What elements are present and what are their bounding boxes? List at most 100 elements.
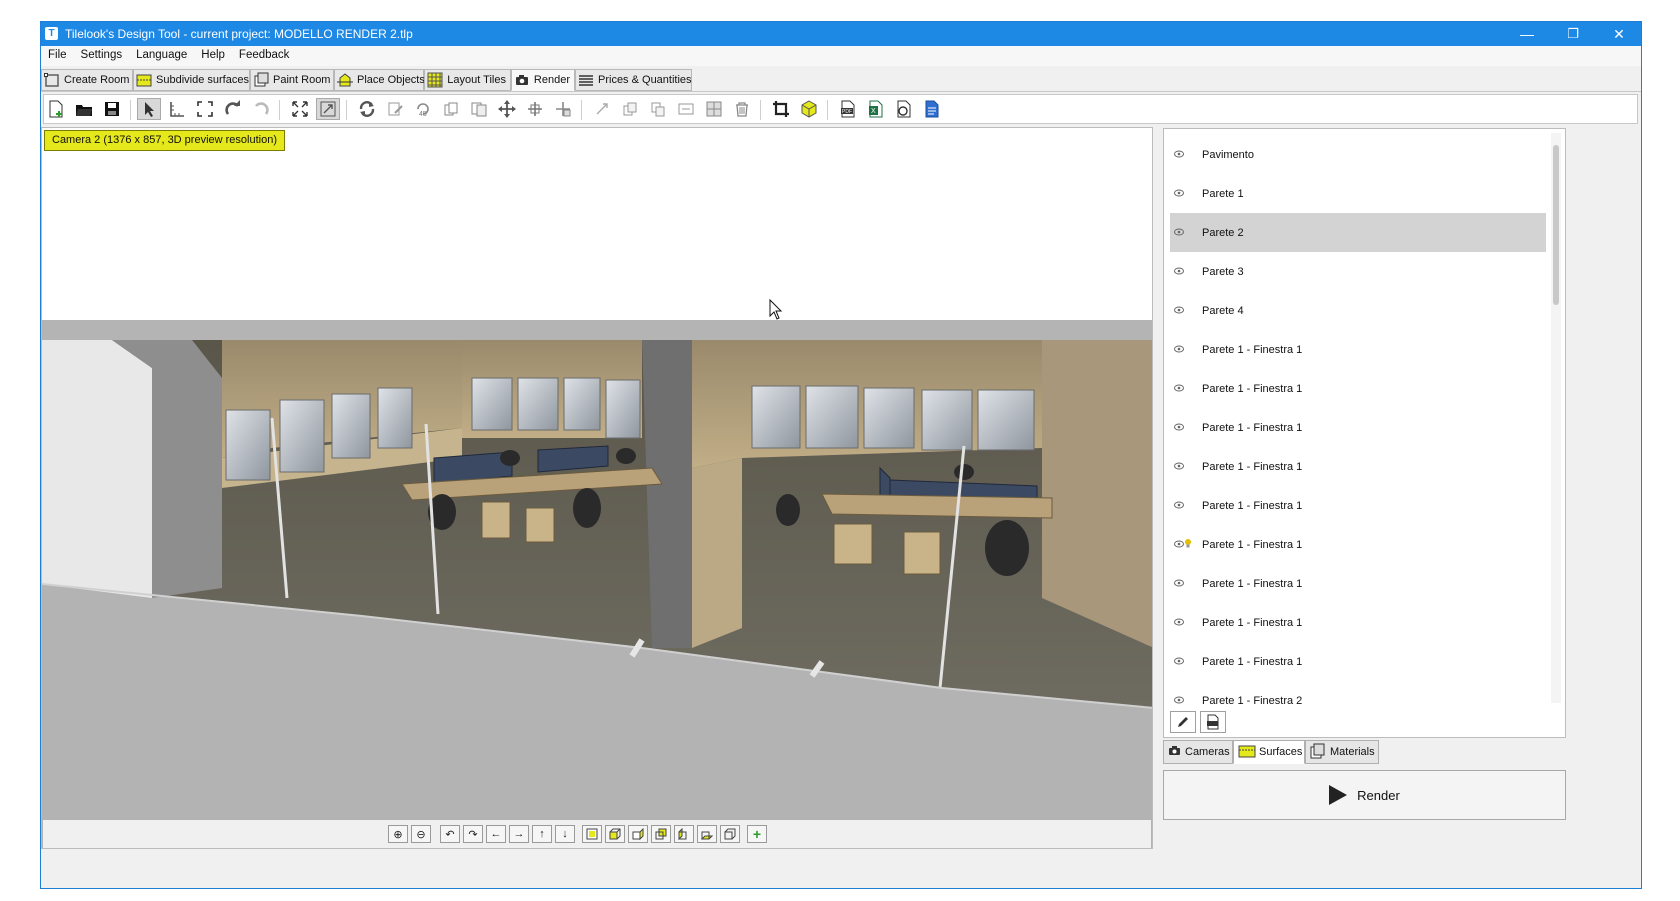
view-bottom-icon[interactable] xyxy=(697,825,717,843)
rotate-left-icon[interactable]: ↶ xyxy=(440,825,460,843)
pan-down-icon[interactable]: ↓ xyxy=(555,825,575,843)
restore-button[interactable]: ❐ xyxy=(1550,22,1596,46)
3d-box-icon[interactable] xyxy=(797,98,821,120)
crop-icon[interactable] xyxy=(769,98,793,120)
menu-help[interactable]: Help xyxy=(194,46,232,64)
menu-language[interactable]: Language xyxy=(129,46,194,64)
surface-row[interactable]: Parete 1 - Finestra 1 xyxy=(1170,525,1546,564)
tab-surfaces[interactable]: Surfaces xyxy=(1233,740,1305,764)
edit-object-icon[interactable] xyxy=(383,98,407,120)
zoom-out-icon[interactable]: ⊖ xyxy=(411,825,431,843)
tab-materials[interactable]: Materials xyxy=(1305,740,1379,764)
save-icon[interactable] xyxy=(100,98,124,120)
visibility-eye-icon[interactable] xyxy=(1174,618,1184,628)
ungroup-icon[interactable] xyxy=(646,98,670,120)
visibility-eye-icon[interactable] xyxy=(1174,345,1184,355)
close-button[interactable]: ✕ xyxy=(1596,22,1642,46)
zoom-in-icon[interactable]: ⊕ xyxy=(388,825,408,843)
refresh-icon[interactable] xyxy=(355,98,379,120)
visibility-eye-icon[interactable] xyxy=(1174,267,1184,277)
export-image-icon[interactable] xyxy=(892,98,916,120)
open-folder-icon[interactable] xyxy=(72,98,96,120)
surface-row[interactable]: Parete 4 xyxy=(1170,291,1546,330)
pan-left-icon[interactable]: ← xyxy=(486,825,506,843)
move-icon[interactable] xyxy=(495,98,519,120)
surface-row[interactable]: Parete 1 - Finestra 1 xyxy=(1170,408,1546,447)
minimize-button[interactable]: — xyxy=(1504,22,1550,46)
visibility-eye-icon[interactable] xyxy=(1174,579,1184,589)
align-icon[interactable] xyxy=(551,98,575,120)
surface-row[interactable]: Parete 2 xyxy=(1170,213,1546,252)
visibility-eye-icon[interactable] xyxy=(1174,150,1184,160)
measure-icon[interactable] xyxy=(165,98,189,120)
view-left-icon[interactable] xyxy=(674,825,694,843)
tab-create-room[interactable]: Create Room xyxy=(41,69,133,91)
visibility-eye-icon[interactable] xyxy=(1174,540,1184,550)
pdf-export-icon[interactable]: PDF xyxy=(836,98,860,120)
visibility-eye-icon[interactable] xyxy=(1174,423,1184,433)
surface-row[interactable]: Parete 1 - Finestra 1 xyxy=(1170,603,1546,642)
render-viewport[interactable]: Camera 2 (1376 x 857, 3D preview resolut… xyxy=(41,127,1153,849)
replace-icon[interactable] xyxy=(674,98,698,120)
view-top-icon[interactable] xyxy=(582,825,602,843)
delete-icon[interactable] xyxy=(730,98,754,120)
snap-icon[interactable] xyxy=(590,98,614,120)
tab-prices-quantities[interactable]: Prices & Quantities xyxy=(575,69,692,91)
render-button[interactable]: Render xyxy=(1163,770,1566,820)
menu-file[interactable]: File xyxy=(41,46,74,64)
tab-layout-tiles[interactable]: Layout Tiles xyxy=(424,69,511,91)
menu-feedback[interactable]: Feedback xyxy=(232,46,297,64)
view-iso-icon[interactable] xyxy=(720,825,740,843)
tab-place-objects[interactable]: Place Objects xyxy=(334,69,425,91)
surface-row[interactable]: Parete 1 - Finestra 1 xyxy=(1170,369,1546,408)
list-scrollbar[interactable] xyxy=(1551,133,1561,703)
add-camera-icon[interactable]: + xyxy=(747,825,767,843)
pan-up-icon[interactable]: ↑ xyxy=(532,825,552,843)
visibility-eye-icon[interactable] xyxy=(1174,306,1184,316)
menu-settings[interactable]: Settings xyxy=(74,46,130,64)
new-project-icon[interactable] xyxy=(44,98,68,120)
rotate-45-icon[interactable]: 45 xyxy=(411,98,435,120)
select-pointer-icon[interactable] xyxy=(137,98,161,120)
surface-row[interactable]: Parete 1 xyxy=(1170,174,1546,213)
pan-right-icon[interactable]: → xyxy=(509,825,529,843)
scrollbar-thumb[interactable] xyxy=(1553,145,1559,305)
undo-icon[interactable] xyxy=(221,98,245,120)
duplicate-object-icon[interactable] xyxy=(467,98,491,120)
visibility-eye-icon[interactable] xyxy=(1174,501,1184,511)
view-right-icon[interactable] xyxy=(628,825,648,843)
view-front-icon[interactable] xyxy=(605,825,625,843)
tab-cameras[interactable]: Cameras xyxy=(1163,740,1233,764)
fit-view-icon[interactable] xyxy=(288,98,312,120)
visibility-eye-icon[interactable] xyxy=(1174,384,1184,394)
edit-pencil-icon[interactable] xyxy=(1170,711,1196,733)
surface-row[interactable]: Parete 1 - Finestra 1 xyxy=(1170,330,1546,369)
document-icon[interactable] xyxy=(920,98,944,120)
surface-row[interactable]: Parete 1 - Finestra 1 xyxy=(1170,486,1546,525)
view-back-icon[interactable] xyxy=(651,825,671,843)
surface-row[interactable]: Parete 3 xyxy=(1170,252,1546,291)
tab-render[interactable]: Render xyxy=(511,69,575,91)
pdf-icon[interactable] xyxy=(1200,711,1226,733)
title-bar[interactable]: T Tilelook's Design Tool - current proje… xyxy=(41,22,1641,46)
redo-icon[interactable] xyxy=(249,98,273,120)
excel-export-icon[interactable]: X xyxy=(864,98,888,120)
visibility-eye-icon[interactable] xyxy=(1174,657,1184,667)
visibility-eye-icon[interactable] xyxy=(1174,696,1184,706)
visibility-eye-icon[interactable] xyxy=(1174,189,1184,199)
tab-subdivide-surfaces[interactable]: Subdivide surfaces xyxy=(133,69,250,91)
visibility-eye-icon[interactable] xyxy=(1174,228,1184,238)
move-copy-icon[interactable] xyxy=(523,98,547,120)
rotate-right-icon[interactable]: ↷ xyxy=(463,825,483,843)
surface-row[interactable]: Parete 1 - Finestra 2 xyxy=(1170,681,1546,707)
group-icon[interactable] xyxy=(618,98,642,120)
surface-row[interactable]: Pavimento xyxy=(1170,135,1546,174)
surface-row[interactable]: Parete 1 - Finestra 1 xyxy=(1170,564,1546,603)
surface-row[interactable]: Parete 1 - Finestra 1 xyxy=(1170,447,1546,486)
tile-grid-icon[interactable] xyxy=(702,98,726,120)
surface-row[interactable]: Parete 1 - Finestra 1 xyxy=(1170,642,1546,681)
copy-object-icon[interactable] xyxy=(439,98,463,120)
visibility-eye-icon[interactable] xyxy=(1174,462,1184,472)
surfaces-list[interactable]: Pavimento Parete 1 Parete 2 Parete 3 Parete … xyxy=(1170,131,1546,707)
select-area-icon[interactable] xyxy=(193,98,217,120)
